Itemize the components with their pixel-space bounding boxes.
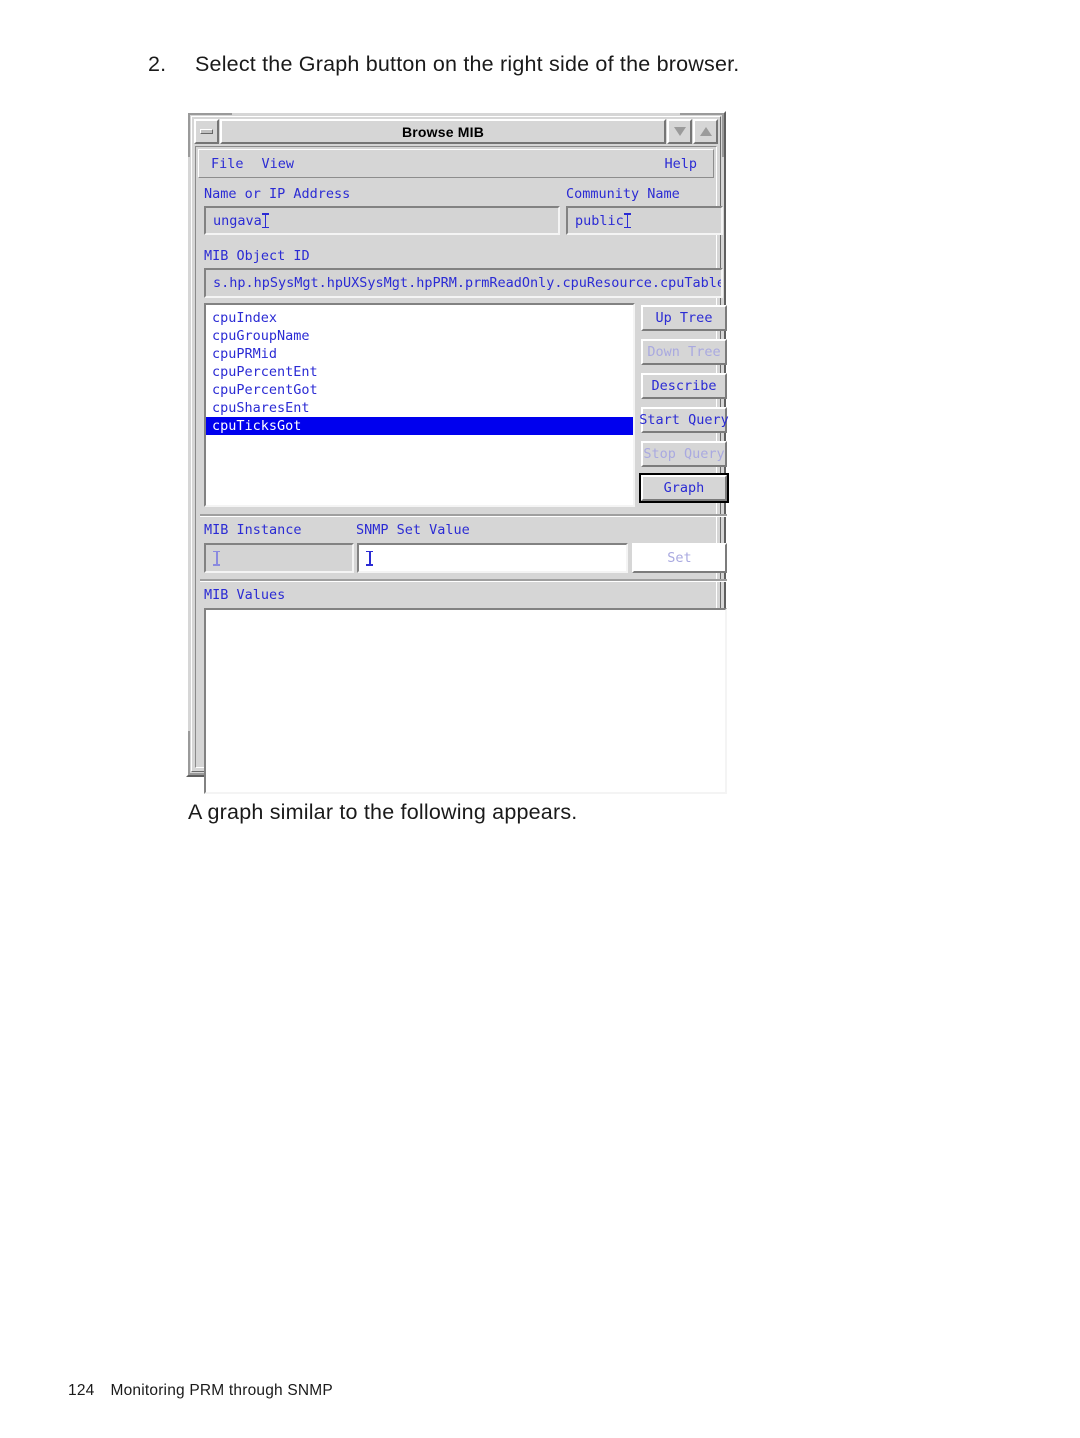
browse-mib-window: Browse MIB File View Help Name or IP Add… [186,111,729,794]
graph-button[interactable]: Graph [639,473,729,503]
menu-view[interactable]: View [256,154,301,174]
window-title-area: Browse MIB [220,119,666,144]
community-input[interactable]: public [566,206,723,235]
step-text: Select the Graph button on the right sid… [195,52,740,76]
community-value: public [575,212,624,229]
mib-node-list[interactable]: cpuIndex cpuGroupName cpuPRMid cpuPercen… [204,303,635,507]
window-menu-button[interactable] [194,119,219,144]
maximize-icon [699,127,712,136]
set-button: Set [632,543,727,573]
list-item-selected[interactable]: cpuTicksGot [206,417,633,435]
footer-title: Monitoring PRM through SNMP [110,1382,333,1399]
menu-bar: File View Help [198,149,714,178]
down-tree-button: Down Tree [641,339,727,365]
list-item[interactable]: cpuIndex [206,309,633,327]
window-inner: Browse MIB File View Help Name or IP Add… [191,116,729,794]
values-label: MIB Values [204,587,286,603]
maximize-button[interactable] [693,119,718,144]
start-query-button[interactable]: Start Query [639,407,729,433]
stop-query-button: Stop Query [641,441,727,467]
menu-file[interactable]: File [205,154,250,174]
describe-button[interactable]: Describe [641,373,727,399]
graph-button-face: Graph [641,475,727,501]
instance-label: MIB Instance [204,522,302,538]
frame-handle-top-left-h [188,113,232,115]
oid-input[interactable]: s.hp.hpSysMgt.hpUXSysMgt.hpPRM.prmReadOn… [204,268,723,298]
frame-handle-bottom-left [188,731,190,775]
frame-handle-top-right [722,113,724,157]
text-caret-community [623,213,631,228]
step-paragraph: 2. Select the Graph button on the right … [148,52,908,77]
community-label: Community Name [566,186,680,202]
window-menu-icon [200,129,213,134]
list-item[interactable]: cpuSharesEnt [206,399,633,417]
instance-input [204,543,354,573]
menu-help[interactable]: Help [658,154,703,174]
setvalue-input[interactable] [357,543,628,573]
oid-value: s.hp.hpSysMgt.hpUXSysMgt.hpPRM.prmReadOn… [213,275,723,291]
up-tree-button[interactable]: Up Tree [641,305,727,331]
host-value: ungava [213,212,262,229]
title-bar: Browse MIB [194,119,718,144]
text-caret-host [261,213,269,228]
step-number: 2. [148,52,167,76]
minimize-icon [673,127,686,136]
host-label: Name or IP Address [204,186,351,202]
host-input[interactable]: ungava [204,206,560,235]
list-item[interactable]: cpuPRMid [206,345,633,363]
list-item[interactable]: cpuGroupName [206,327,633,345]
oid-label: MIB Object ID [204,248,310,264]
window-client-area: File View Help Name or IP Address ungava… [195,146,729,794]
graph-button-label: Graph [663,480,705,496]
mib-values-area[interactable] [204,608,727,794]
setvalue-label: SNMP Set Value [356,522,470,538]
separator-top [200,514,727,517]
separator-bottom [200,579,727,582]
list-item[interactable]: cpuPercentGot [206,381,633,399]
footer-page-number: 124 [68,1382,95,1399]
text-caret-instance [213,550,220,566]
text-caret-setvalue [366,550,373,566]
window-title: Browse MIB [401,123,485,140]
list-item[interactable]: cpuPercentEnt [206,363,633,381]
page-footer: 124 Monitoring PRM through SNMP [68,1382,333,1400]
minimize-button[interactable] [667,119,692,144]
after-paragraph: A graph similar to the following appears… [188,800,578,824]
frame-handle-top-right-h [680,113,724,115]
frame-handle-top-left [188,113,190,157]
form-panel: Name or IP Address ungava Community Name… [198,178,729,794]
